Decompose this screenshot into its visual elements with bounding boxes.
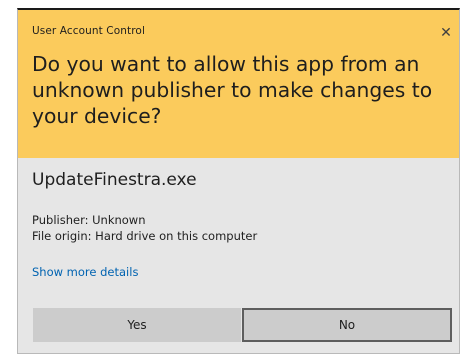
- show-more-details-link[interactable]: Show more details: [32, 265, 138, 279]
- window-title: User Account Control: [32, 25, 145, 37]
- publisher-info: Publisher: Unknown: [32, 213, 146, 227]
- uac-dialog: User Account Control ✕ Do you want to al…: [17, 8, 460, 354]
- file-origin-info: File origin: Hard drive on this computer: [32, 229, 258, 243]
- yes-button[interactable]: Yes: [33, 308, 241, 342]
- close-icon[interactable]: ✕: [435, 22, 457, 44]
- prompt-question: Do you want to allow this app from an un…: [32, 52, 433, 128]
- app-name: UpdateFinestra.exe: [32, 170, 197, 190]
- dialog-header: User Account Control ✕ Do you want to al…: [18, 10, 459, 158]
- no-button[interactable]: No: [242, 308, 452, 342]
